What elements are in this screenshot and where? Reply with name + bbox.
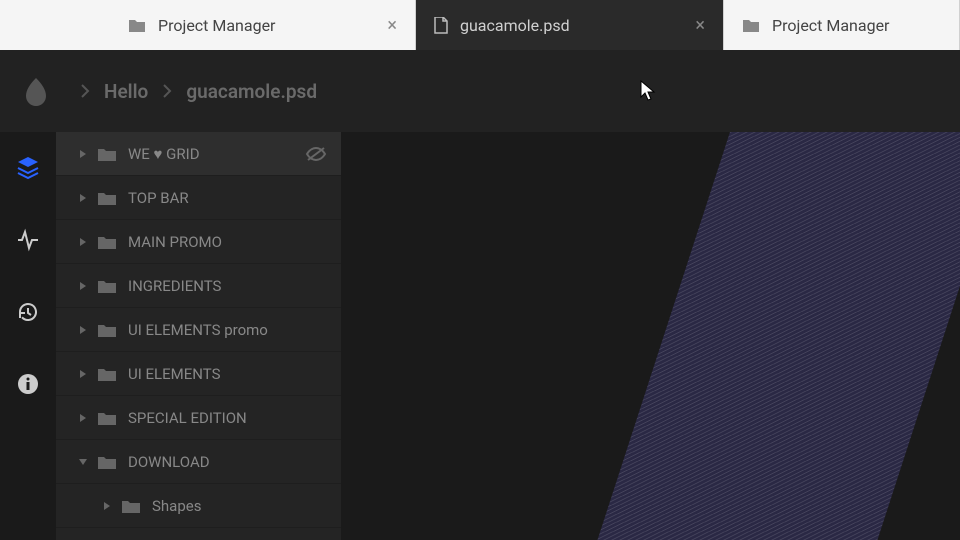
caret-right-icon[interactable] — [76, 413, 90, 423]
caret-right-icon[interactable] — [76, 281, 90, 291]
tab-guacamole[interactable]: guacamole.psd × — [416, 0, 724, 50]
layer-label: Shapes — [152, 497, 201, 515]
folder-icon — [98, 279, 116, 293]
tab-project-manager-1[interactable]: Project Manager × — [110, 0, 416, 50]
caret-right-icon[interactable] — [76, 149, 90, 159]
layer-panel: WE ♥ GRID TOP BAR MAIN PROMO INGREDIENTS… — [56, 132, 342, 540]
tab-label: Project Manager — [772, 16, 889, 35]
folder-icon — [122, 499, 140, 513]
history-icon[interactable] — [0, 290, 56, 334]
tool-rail — [0, 132, 56, 540]
breadcrumb: Hello guacamole.psd — [0, 50, 960, 132]
tab-project-manager-2[interactable]: Project Manager — [724, 0, 960, 50]
layer-label: SPECIAL EDITION — [128, 409, 247, 427]
file-icon — [434, 17, 448, 34]
main-area: WE ♥ GRID TOP BAR MAIN PROMO INGREDIENTS… — [0, 132, 960, 540]
layer-row[interactable]: INGREDIENTS — [56, 264, 341, 308]
chevron-right-icon — [162, 83, 172, 99]
layer-label: WE ♥ GRID — [128, 145, 200, 163]
folder-icon — [128, 18, 146, 33]
folder-icon — [98, 147, 116, 161]
caret-right-icon[interactable] — [76, 325, 90, 335]
close-icon[interactable]: × — [655, 15, 705, 36]
tab-bar: Project Manager × guacamole.psd × Projec… — [0, 0, 960, 50]
folder-icon — [98, 367, 116, 381]
chevron-right-icon — [80, 83, 90, 99]
activity-icon[interactable] — [0, 218, 56, 262]
tab-label: guacamole.psd — [460, 16, 570, 35]
caret-right-icon[interactable] — [76, 193, 90, 203]
layer-label: DOWNLOAD — [128, 453, 210, 471]
canvas-viewport[interactable] — [342, 132, 960, 540]
layer-label: UI ELEMENTS promo — [128, 321, 268, 339]
canvas-artwork — [555, 132, 960, 540]
layer-row[interactable]: UI ELEMENTS promo — [56, 308, 341, 352]
layer-label: UI ELEMENTS — [128, 365, 221, 383]
info-icon[interactable] — [0, 362, 56, 406]
breadcrumb-root[interactable]: Hello — [104, 80, 148, 103]
layer-label: TOP BAR — [128, 189, 189, 207]
caret-right-icon[interactable] — [76, 237, 90, 247]
layer-label: MAIN PROMO — [128, 233, 222, 251]
tab-spacer — [0, 0, 110, 50]
caret-right-icon[interactable] — [76, 369, 90, 379]
folder-icon — [98, 411, 116, 425]
visibility-off-icon[interactable] — [305, 146, 327, 162]
layer-row[interactable]: WE ♥ GRID — [56, 132, 341, 176]
layers-icon[interactable] — [0, 146, 56, 190]
layer-row[interactable]: TOP BAR — [56, 176, 341, 220]
breadcrumb-file[interactable]: guacamole.psd — [186, 80, 317, 103]
folder-icon — [742, 18, 760, 33]
layer-row[interactable]: Shapes — [56, 484, 341, 528]
layer-row[interactable]: UI ELEMENTS — [56, 352, 341, 396]
layer-label: INGREDIENTS — [128, 277, 221, 295]
layer-row[interactable]: MAIN PROMO — [56, 220, 341, 264]
avocode-logo-icon[interactable] — [24, 76, 48, 106]
layer-row[interactable]: DOWNLOAD — [56, 440, 341, 484]
folder-icon — [98, 235, 116, 249]
layer-row[interactable]: SPECIAL EDITION — [56, 396, 341, 440]
folder-icon — [98, 191, 116, 205]
folder-icon — [98, 455, 116, 469]
close-icon[interactable]: × — [347, 15, 397, 36]
folder-icon — [98, 323, 116, 337]
tab-label: Project Manager — [158, 16, 275, 35]
caret-down-icon[interactable] — [76, 458, 90, 466]
caret-right-icon[interactable] — [100, 501, 114, 511]
